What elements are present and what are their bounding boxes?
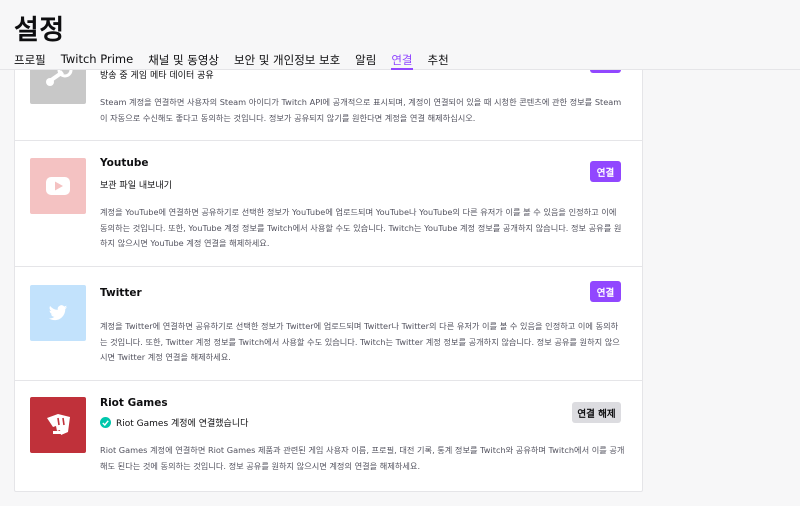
youtube-name: Youtube [100,157,149,169]
tab-channel-and-videos[interactable]: 채널 및 동영상 [148,52,219,70]
riot-logo [30,397,86,453]
connection-row-riot: Riot Games Riot Games 계정에 연결했습니다 연결 해제 R… [15,381,642,493]
connections-panel: 방송 중 게임 메타 데이터 공유 Steam 계정을 연결하면 사용자의 St… [14,26,643,492]
settings-tabs: 프로필 Twitch Prime 채널 및 동영상 보안 및 개인정보 보호 알… [14,52,464,70]
connection-row-twitter: Twitter 연결 계정을 Twitter에 연결하면 공유하기로 선택한 정… [15,267,642,381]
tab-security-privacy[interactable]: 보안 및 개인정보 보호 [234,52,340,70]
tab-twitch-prime[interactable]: Twitch Prime [61,52,133,70]
riot-fist-icon [47,414,70,435]
youtube-connect-button[interactable]: 연결 [590,161,621,182]
connection-row-youtube: Youtube 보관 파일 내보내기 연결 계정을 YouTube에 연결하면 … [15,141,642,267]
riot-connected-status: Riot Games 계정에 연결했습니다 [100,416,248,429]
youtube-icon [46,177,70,195]
steam-description: Steam 계정을 연결하면 사용자의 Steam 아이디가 Twitch AP… [100,97,622,123]
youtube-subtitle: 보관 파일 내보내기 [100,181,172,191]
twitter-connect-button[interactable]: 연결 [590,281,621,302]
riot-disconnect-button[interactable]: 연결 해제 [572,402,621,423]
riot-connected-text: Riot Games 계정에 연결했습니다 [116,419,249,429]
youtube-logo [30,158,86,214]
twitter-logo [30,285,86,341]
twitter-description: 계정을 Twitter에 연결하면 공유하기로 선택한 정보가 Twitter에… [100,321,620,362]
tab-notifications[interactable]: 알림 [355,52,376,70]
tab-profile[interactable]: 프로필 [14,52,46,70]
tab-connections[interactable]: 연결 [391,52,413,70]
twitter-name: Twitter [100,287,142,299]
page-title: 설정 [14,15,65,46]
youtube-description: 계정을 YouTube에 연결하면 공유하기로 선택한 정보가 YouTube에… [100,207,622,248]
riot-name: Riot Games [100,397,168,409]
tab-recommendations[interactable]: 추천 [428,52,449,70]
settings-header: 설정 프로필 Twitch Prime 채널 및 동영상 보안 및 개인정보 보… [0,0,800,70]
check-circle-icon [100,417,111,428]
riot-description: Riot Games 계정에 연결하면 Riot Games 제품과 관련된 게… [100,445,625,471]
twitter-icon [48,304,68,320]
